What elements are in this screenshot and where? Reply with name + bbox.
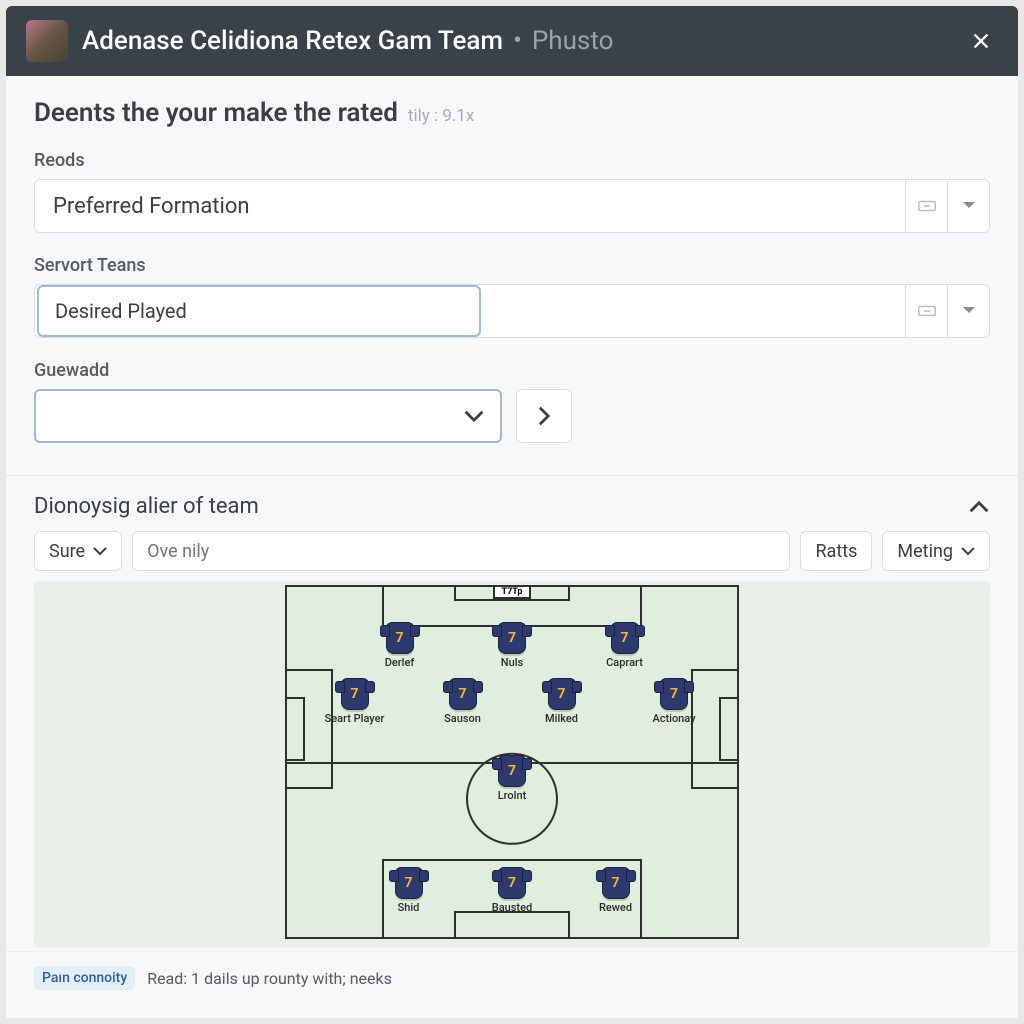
toolbar: Sure Ratts Meting <box>6 531 1018 581</box>
footer: Paın connoity Read: 1 dails up rounty wi… <box>6 951 1018 1004</box>
chevron-down-icon <box>962 306 976 316</box>
page-title-text: Deents the your make the rated <box>34 98 398 128</box>
shirt-icon: 7 <box>498 755 526 787</box>
shirt-icon: 7 <box>548 678 576 710</box>
page-title: Deents the your make the rated tily : 9.… <box>34 98 990 128</box>
player-name: Lrolnt <box>477 789 547 802</box>
section-title: Dionoysig alier of team <box>34 494 259 519</box>
chevron-right-icon <box>537 405 551 427</box>
player-marker[interactable]: 7 Lrolnt <box>477 755 547 802</box>
reods-link-icon[interactable] <box>906 179 948 233</box>
servort-caret[interactable] <box>948 284 990 338</box>
player-name: Bausted <box>477 901 547 914</box>
ratts-button[interactable]: Ratts <box>800 531 872 571</box>
pitch-left-6yd <box>285 697 305 761</box>
shirt-icon: 7 <box>611 622 639 654</box>
shirt-icon: 7 <box>498 622 526 654</box>
player-name: Derlef <box>365 656 435 669</box>
player-marker[interactable]: 7 Milked <box>527 678 597 725</box>
player-name: Shid <box>374 901 444 914</box>
servort-link-icon[interactable] <box>906 284 948 338</box>
field-guewadd: Guewadd <box>34 360 990 443</box>
player-marker[interactable]: 7 Bausted <box>477 867 547 914</box>
meting-label: Meting <box>897 541 953 562</box>
player-name: Rewed <box>581 901 651 914</box>
header-title-dim: Phusto <box>532 26 614 56</box>
chevron-down-icon <box>464 409 484 423</box>
player-marker[interactable]: 7 Derlef <box>365 622 435 669</box>
player-marker[interactable]: 7 Shid <box>374 867 444 914</box>
shirt-icon: 7 <box>341 678 369 710</box>
field-servort: Servort Teans Desired Played <box>34 255 990 338</box>
pitch-bottom-6yd <box>454 911 570 939</box>
player-name: Milked <box>527 712 597 725</box>
sure-label: Sure <box>49 541 85 562</box>
guewadd-select[interactable] <box>34 389 502 443</box>
close-icon <box>970 30 992 52</box>
player-marker[interactable]: 7 Rewed <box>581 867 651 914</box>
player-marker[interactable]: 7 Nuls <box>477 622 547 669</box>
player-marker[interactable]: 7 Sauson <box>428 678 498 725</box>
shirt-icon: 7 <box>660 678 688 710</box>
pitch-goal-label: T7Tp <box>493 585 531 599</box>
servort-select[interactable]: Desired Played <box>34 284 990 338</box>
link-icon <box>918 304 936 318</box>
reods-caret[interactable] <box>948 179 990 233</box>
field-guewadd-label: Guewadd <box>34 360 990 381</box>
player-name: Caprart <box>590 656 660 669</box>
reods-select[interactable]: Preferred Formation <box>34 179 990 233</box>
header-title-dot: • <box>513 26 522 56</box>
field-servort-label: Servort Teans <box>34 255 990 276</box>
player-name: Sauson <box>428 712 498 725</box>
header-title: Adenase Celidiona Retex Gam Team • Phust… <box>82 26 950 56</box>
footer-chip[interactable]: Paın connoity <box>34 966 135 990</box>
header-title-main: Adenase Celidiona Retex Gam Team <box>82 26 503 56</box>
shirt-icon: 7 <box>449 678 477 710</box>
player-marker[interactable]: 7 Actionay <box>639 678 709 725</box>
close-button[interactable] <box>964 24 998 58</box>
content-area: Deents the your make the rated tily : 9.… <box>6 76 1018 453</box>
player-name: Nuls <box>477 656 547 669</box>
page-title-meta: tily : 9.1x <box>408 106 474 126</box>
meting-dropdown[interactable]: Meting <box>882 531 990 571</box>
section-header[interactable]: Dionoysig alier of team <box>6 476 1018 531</box>
field-reods: Reods Preferred Formation <box>34 150 990 233</box>
modal: Adenase Celidiona Retex Gam Team • Phust… <box>6 6 1018 1018</box>
shirt-icon: 7 <box>395 867 423 899</box>
player-marker[interactable]: 7 Caprart <box>590 622 660 669</box>
link-icon <box>918 199 936 213</box>
shirt-icon: 7 <box>498 867 526 899</box>
ratts-label: Ratts <box>815 541 857 562</box>
player-name: Seart Player <box>320 712 390 725</box>
chevron-down-icon <box>961 546 975 556</box>
shirt-icon: 7 <box>602 867 630 899</box>
servort-chip[interactable]: Desired Played <box>37 285 481 337</box>
chevron-down-icon <box>962 201 976 211</box>
search-input[interactable] <box>132 531 790 571</box>
reods-select-value: Preferred Formation <box>34 179 906 233</box>
field-reods-label: Reods <box>34 150 990 171</box>
shirt-icon: 7 <box>386 622 414 654</box>
player-name: Actionay <box>639 712 709 725</box>
pitch-right-6yd <box>719 697 739 761</box>
avatar <box>26 20 68 62</box>
player-marker[interactable]: 7 Seart Player <box>320 678 390 725</box>
guewadd-next-button[interactable] <box>516 389 572 443</box>
chevron-up-icon <box>968 500 990 514</box>
modal-header: Adenase Celidiona Retex Gam Team • Phust… <box>6 6 1018 76</box>
pitch: T7Tp 7Derlef7Nuls7Caprart7Seart Player7S… <box>285 585 739 939</box>
footer-text: Read: 1 dails up rounty with; neeks <box>147 969 392 988</box>
chevron-down-icon <box>93 546 107 556</box>
pitch-container: T7Tp 7Derlef7Nuls7Caprart7Seart Player7S… <box>34 581 990 947</box>
sure-dropdown[interactable]: Sure <box>34 531 122 571</box>
